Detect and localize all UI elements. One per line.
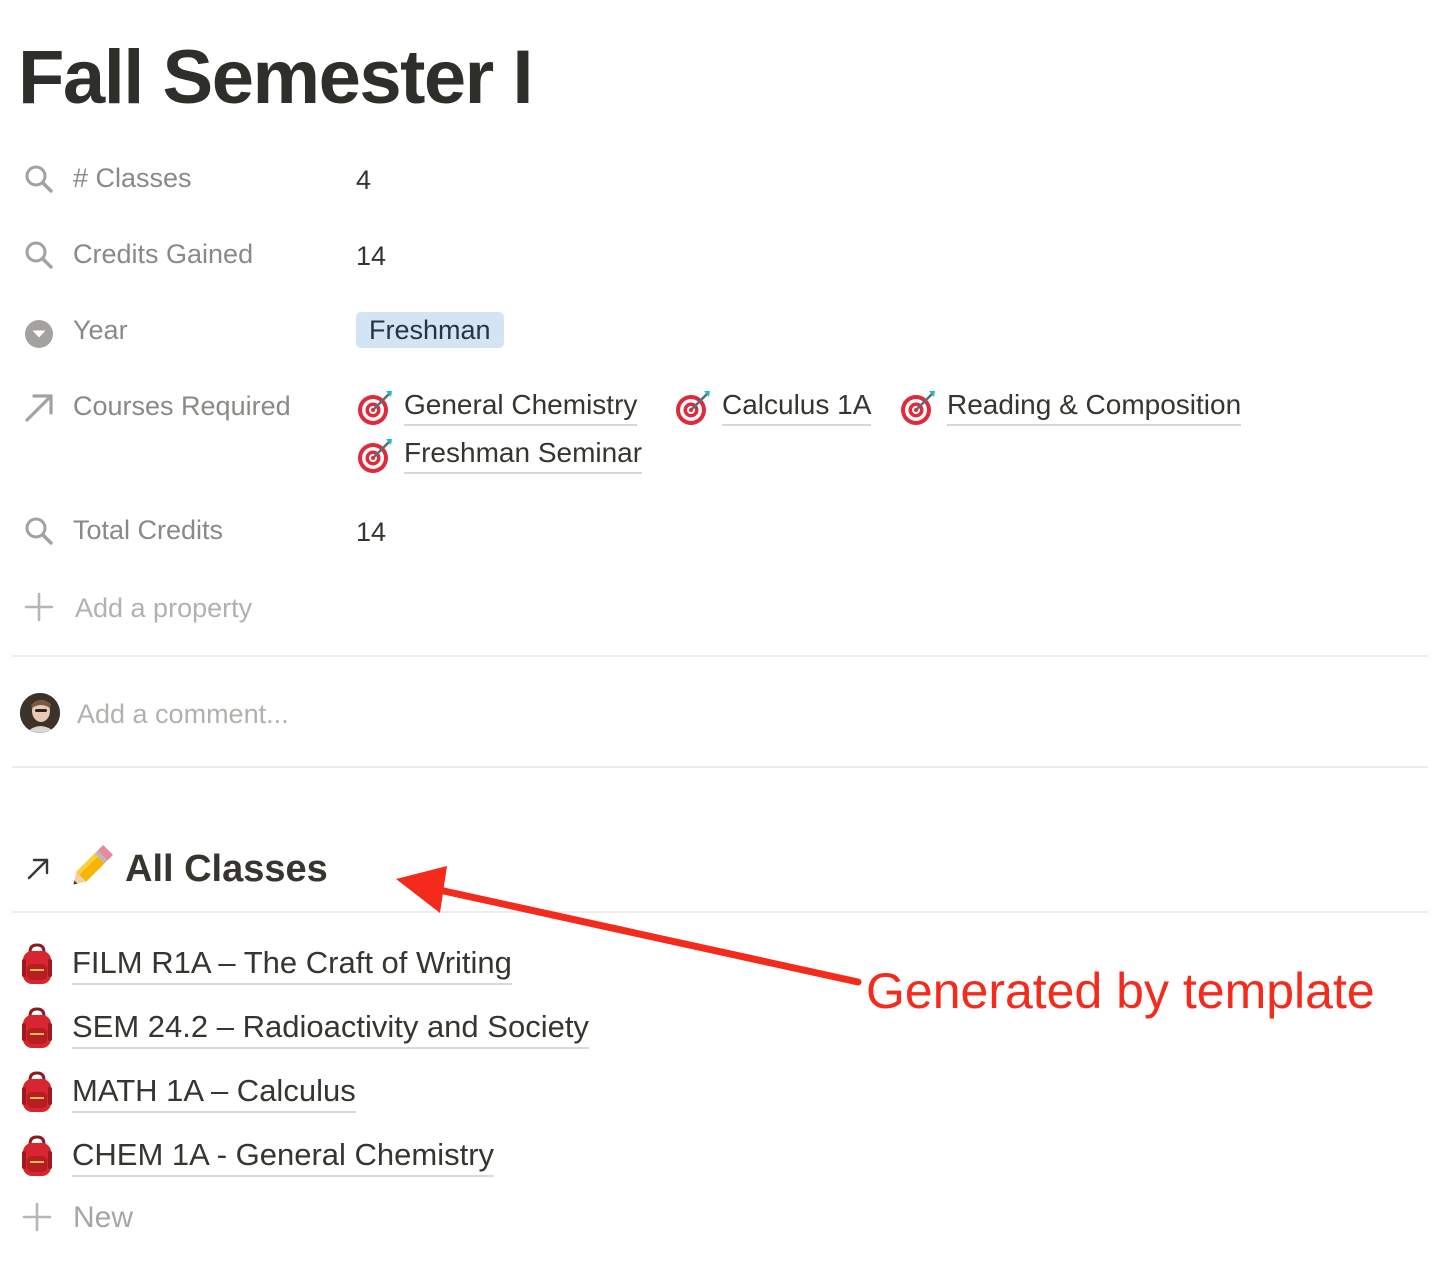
comment-input[interactable]: Add a comment... <box>77 694 289 734</box>
property-label[interactable]: Total Credits <box>73 510 223 550</box>
relation-arrow-icon <box>25 394 53 422</box>
property-label[interactable]: Courses Required <box>73 386 291 426</box>
arrow-up-right-icon[interactable] <box>24 854 52 882</box>
property-label[interactable]: Credits Gained <box>73 234 253 274</box>
add-property-button[interactable]: Add a property <box>22 588 422 630</box>
linked-database-header: All Classes <box>24 840 724 900</box>
divider <box>12 766 1428 768</box>
search-icon <box>25 517 53 545</box>
class-title[interactable]: MATH 1A – Calculus <box>72 1071 356 1113</box>
relation-label[interactable]: Reading & Composition <box>947 386 1242 426</box>
divider <box>12 655 1428 657</box>
new-item-label: New <box>73 1201 134 1234</box>
property-label[interactable]: Year <box>73 310 128 350</box>
backpack-icon <box>22 1007 52 1048</box>
avatar <box>20 693 60 733</box>
year-tag[interactable]: Freshman <box>356 312 504 348</box>
list-item[interactable]: SEM 24.2 – Radioactivity and Society <box>18 1005 918 1055</box>
property-value[interactable]: 14 <box>356 512 386 552</box>
relation-label[interactable]: Calculus 1A <box>722 386 872 426</box>
pencil-icon <box>73 844 114 885</box>
property-classes: # Classes 4 <box>22 158 1422 202</box>
search-icon <box>25 241 53 269</box>
relation-freshman-seminar[interactable]: Freshman Seminar <box>356 434 656 476</box>
page-title[interactable]: Fall Semester I <box>18 30 534 126</box>
relation-calculus-1a[interactable]: Calculus 1A <box>674 386 884 428</box>
linked-database-title[interactable]: All Classes <box>125 844 328 894</box>
target-icon <box>358 439 392 473</box>
property-total-credits: Total Credits 14 <box>22 510 1422 554</box>
relation-reading-composition[interactable]: Reading & Composition <box>899 386 1279 428</box>
property-courses-required: Courses Required General Chemistry Calcu… <box>22 386 1422 482</box>
property-credits-gained: Credits Gained 14 <box>22 234 1422 278</box>
relation-general-chemistry[interactable]: General Chemistry <box>356 386 656 428</box>
property-label[interactable]: # Classes <box>73 158 192 198</box>
list-item[interactable]: MATH 1A – Calculus <box>18 1069 918 1119</box>
target-icon <box>901 391 935 425</box>
target-icon <box>676 391 710 425</box>
plus-icon <box>24 592 54 622</box>
backpack-icon <box>22 1071 52 1112</box>
class-title[interactable]: FILM R1A – The Craft of Writing <box>72 943 512 985</box>
backpack-icon <box>22 943 52 984</box>
plus-icon <box>22 1202 52 1232</box>
property-value[interactable]: 14 <box>356 236 386 276</box>
class-title[interactable]: CHEM 1A - General Chemistry <box>72 1135 495 1177</box>
search-icon <box>25 165 53 193</box>
comment-row: Add a comment... <box>20 692 620 736</box>
relation-label[interactable]: General Chemistry <box>404 386 638 426</box>
property-year: Year Freshman <box>22 310 1422 354</box>
class-title[interactable]: SEM 24.2 – Radioactivity and Society <box>72 1007 589 1049</box>
add-property-label: Add a property <box>75 593 253 623</box>
list-item[interactable]: CHEM 1A - General Chemistry <box>18 1133 918 1183</box>
new-item-button[interactable]: New <box>20 1197 320 1239</box>
avatar-image <box>20 693 60 733</box>
list-item[interactable]: FILM R1A – The Craft of Writing <box>18 941 918 991</box>
backpack-icon <box>22 1135 52 1176</box>
select-chevron-icon <box>25 320 53 348</box>
target-icon <box>358 391 392 425</box>
property-value[interactable]: 4 <box>356 160 371 200</box>
divider <box>12 911 1428 913</box>
annotation-label: Generated by template <box>866 963 1375 1019</box>
relation-label[interactable]: Freshman Seminar <box>404 434 643 474</box>
